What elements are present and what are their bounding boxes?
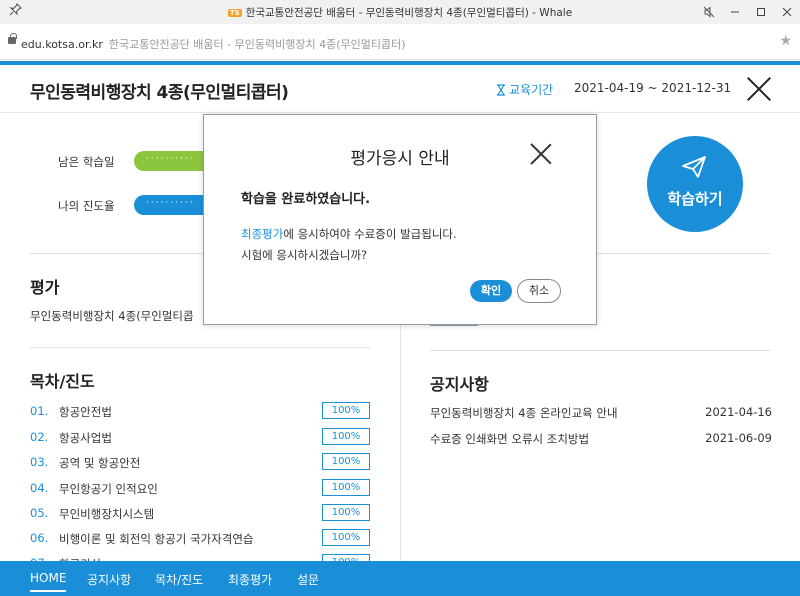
bookmark-star-icon[interactable]: ★ (779, 33, 792, 49)
toc-item-name: 항공안전법 (59, 405, 112, 419)
toc-item[interactable]: 02. 항공사업법 100% (30, 428, 375, 448)
toc-item-name: 무인비행장치시스템 (59, 507, 155, 521)
notice-item[interactable]: 수료증 인쇄화면 오류시 조치방법 2021-06-09 (430, 431, 772, 449)
dialog-message-line2: 시험에 응시하시겠습니까? (241, 248, 368, 262)
lock-icon (8, 33, 17, 44)
toc-item-name: 공역 및 항공안전 (59, 456, 141, 470)
toc-item[interactable]: 01. 항공안전법 100% (30, 402, 375, 422)
toc-item-progress: 100% (322, 479, 370, 496)
education-period-text: 교육기간 (509, 83, 554, 97)
toc-item-name: 항공사업법 (59, 431, 112, 445)
dialog-heading: 학습을 완료하였습니다. (241, 192, 371, 207)
close-window-button[interactable] (774, 0, 800, 24)
my-progress-label: 나의 진도율 (58, 199, 115, 213)
toc-item-number: 03. (30, 455, 49, 469)
confirm-button[interactable]: 확인 (470, 280, 512, 302)
study-button-label: 학습하기 (667, 190, 723, 208)
paper-plane-icon (682, 156, 706, 178)
nav-survey[interactable]: 설문 (297, 571, 319, 588)
unmute-icon[interactable] (696, 0, 722, 24)
notice-date: 2021-06-09 (705, 431, 772, 445)
course-header: 무인동력비행장치 4종(무인멀티콥터) 교육기간 2021-04-19 ~ 20… (0, 65, 800, 113)
notice-title: 수료증 인쇄화면 오류시 조치방법 (430, 432, 590, 446)
toc-item[interactable]: 03. 공역 및 항공안전 100% (30, 453, 375, 473)
toc-item-progress: 100% (322, 428, 370, 445)
toc-item-name: 비행이론 및 회전익 항공기 국가자격연습 (59, 532, 254, 546)
toc-item-number: 04. (30, 481, 49, 495)
right-divider (430, 350, 771, 351)
my-progress-bar-dots: ·········· (146, 198, 195, 208)
toc-item[interactable]: 05. 무인비행장치시스템 100% (30, 504, 375, 524)
toc-item-number: 02. (30, 430, 49, 444)
study-button[interactable]: 학습하기 (647, 136, 743, 232)
url-field[interactable]: edu.kotsa.or.kr 한국교통안전공단 배움터 - 무인동력비행장치 4… (21, 36, 406, 52)
course-title: 무인동력비행장치 4종(무인멀티콥터) (30, 83, 289, 103)
left-divider (30, 347, 370, 348)
toc-item-number: 06. (30, 531, 49, 545)
toc-title: 목차/진도 (30, 372, 95, 391)
toc-item[interactable]: 06. 비행이론 및 회전익 항공기 국가자격연습 100% (30, 529, 375, 549)
hourglass-icon (497, 84, 505, 96)
toc-item[interactable]: 04. 무인항공기 인적요인 100% (30, 479, 375, 499)
close-course-icon[interactable] (746, 76, 772, 102)
toc-item-number: 05. (30, 506, 49, 520)
education-period-dates: 2021-04-19 ~ 2021-12-31 (574, 81, 732, 95)
minimize-button[interactable] (722, 0, 748, 24)
nav-notices[interactable]: 공지사항 (87, 571, 131, 588)
toc-item-name: 무인항공기 인적요인 (59, 482, 158, 496)
notices-title: 공지사항 (430, 375, 489, 394)
column-divider (400, 325, 401, 561)
notice-title: 무인동력비행장치 4종 온라인교육 안내 (430, 406, 618, 420)
dialog-message-line1-rest: 에 응시하여야 수료증이 발급됩니다. (283, 227, 457, 241)
final-exam-link[interactable]: 최종평가 (241, 227, 283, 241)
url-text: edu.kotsa.or.kr (21, 38, 103, 51)
remaining-days-bar-dots: ·········· (146, 154, 195, 164)
toc-item-progress: 100% (322, 402, 370, 419)
education-period-label: 교육기간 (496, 81, 553, 98)
window-title: TS 한국교통안전공단 배움터 - 무인동력비행장치 4종(무인멀티콥터) - W… (0, 5, 800, 20)
toc-item-progress: 100% (322, 529, 370, 546)
evaluation-title: 평가 (30, 278, 60, 297)
window-titlebar: TS 한국교통안전공단 배움터 - 무인동력비행장치 4종(무인멀티콥터) - W… (0, 0, 800, 24)
dialog-close-icon[interactable] (530, 143, 552, 165)
maximize-button[interactable] (748, 0, 774, 24)
address-bar[interactable]: edu.kotsa.or.kr 한국교통안전공단 배움터 - 무인동력비행장치 4… (0, 24, 800, 60)
notice-item[interactable]: 무인동력비행장치 4종 온라인교육 안내 2021-04-16 (430, 405, 772, 423)
dialog-message-line1: 최종평가에 응시하여야 수료증이 발급됩니다. (241, 226, 457, 242)
nav-toc[interactable]: 목차/진도 (155, 571, 203, 588)
toc-item-progress: 100% (322, 504, 370, 521)
toc-item-progress: 100% (322, 453, 370, 470)
toc-item-number: 01. (30, 404, 49, 418)
exam-notice-dialog: 평가응시 안내 학습을 완료하였습니다. 최종평가에 응시하여야 수료증이 발급… (203, 114, 597, 325)
cancel-button[interactable]: 취소 (517, 279, 561, 303)
url-page-title: 한국교통안전공단 배움터 - 무인동력비행장치 4종(무인멀티콥터) (108, 38, 406, 51)
remaining-days-label: 남은 학습일 (58, 155, 115, 169)
nav-home[interactable]: HOME (30, 571, 67, 592)
bottom-nav: HOME 공지사항 목차/진도 최종평가 설문 (0, 561, 800, 596)
site-favicon-icon: TS (227, 9, 242, 17)
window-title-text: 한국교통안전공단 배움터 - 무인동력비행장치 4종(무인멀티콥터) - Wha… (245, 7, 573, 19)
notice-date: 2021-04-16 (705, 405, 772, 419)
nav-final-exam[interactable]: 최종평가 (228, 571, 272, 588)
evaluation-course-text: 무인동력비행장치 4종(무인멀티콥 (30, 309, 194, 323)
